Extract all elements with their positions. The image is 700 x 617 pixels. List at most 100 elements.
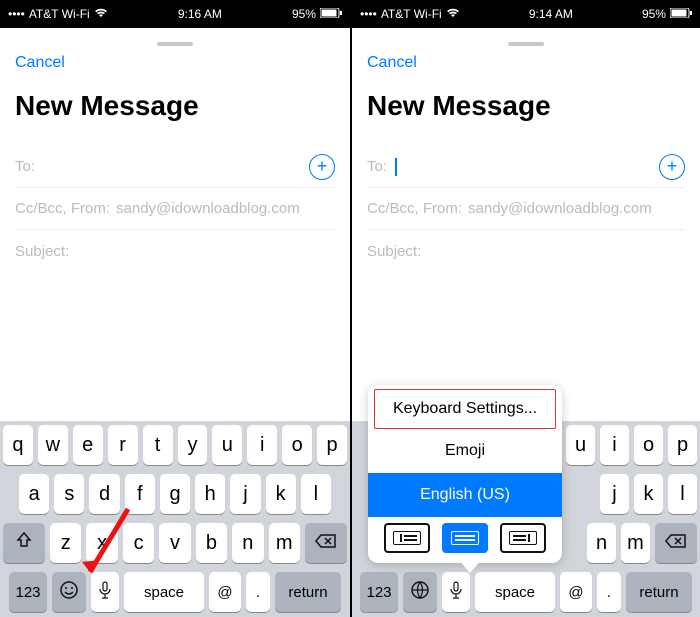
signal-icon: •••• — [360, 7, 377, 21]
cancel-button[interactable]: Cancel — [367, 54, 417, 72]
key-v[interactable]: v — [159, 523, 190, 563]
keyboard-settings-option[interactable]: Keyboard Settings... — [374, 389, 556, 429]
dot-key[interactable]: . — [246, 572, 270, 612]
space-key[interactable]: space — [124, 572, 204, 612]
carrier-label: AT&T Wi-Fi — [381, 7, 442, 21]
left-phone: •••• AT&T Wi-Fi 9:16 AM 95% Cancel New M… — [0, 0, 350, 617]
clock: 9:16 AM — [178, 7, 222, 21]
at-key[interactable]: @ — [560, 572, 592, 612]
key-h[interactable]: h — [195, 474, 225, 514]
keyboard: q w e r t y u i o p a s d f g h j k l z — [0, 421, 350, 617]
key-u[interactable]: u — [566, 425, 595, 465]
key-q[interactable]: q — [3, 425, 33, 465]
key-r[interactable]: r — [108, 425, 138, 465]
key-a[interactable]: a — [19, 474, 49, 514]
key-t[interactable]: t — [143, 425, 173, 465]
add-recipient-button[interactable]: + — [309, 154, 335, 180]
key-d[interactable]: d — [89, 474, 119, 514]
dictation-key[interactable] — [91, 572, 119, 612]
key-p[interactable]: p — [668, 425, 697, 465]
key-k[interactable]: k — [266, 474, 296, 514]
cancel-button[interactable]: Cancel — [15, 54, 65, 72]
key-i[interactable]: i — [247, 425, 277, 465]
return-key[interactable]: return — [275, 572, 341, 612]
key-u[interactable]: u — [212, 425, 242, 465]
key-j[interactable]: j — [230, 474, 260, 514]
dot-key[interactable]: . — [597, 572, 621, 612]
key-o[interactable]: o — [634, 425, 663, 465]
add-recipient-button[interactable]: + — [659, 154, 685, 180]
to-row[interactable]: To: + — [367, 146, 685, 188]
return-key[interactable]: return — [626, 572, 692, 612]
key-e[interactable]: e — [73, 425, 103, 465]
plus-icon: + — [317, 156, 328, 177]
to-row[interactable]: To: + — [15, 146, 335, 188]
emoji-key[interactable] — [52, 572, 86, 612]
subject-label: Subject: — [15, 243, 69, 260]
numbers-key[interactable]: 123 — [9, 572, 47, 612]
to-label: To: — [15, 158, 35, 175]
subject-row[interactable]: Subject: — [15, 230, 335, 272]
sheet-grabber[interactable] — [508, 42, 544, 46]
key-i[interactable]: i — [600, 425, 629, 465]
battery-icon — [670, 7, 692, 21]
keyboard-row-4: 123 space @ . return — [3, 572, 347, 612]
keyboard-layout-right[interactable] — [500, 523, 546, 553]
at-key[interactable]: @ — [209, 572, 241, 612]
wifi-icon — [446, 7, 460, 21]
from-email: sandy@idownloadblog.com — [468, 200, 652, 217]
keyboard-row-1: q w e r t y u i o p — [3, 425, 347, 465]
keyboard-switcher-popup: Keyboard Settings... Emoji English (US) — [368, 385, 562, 563]
keyboard-layout-left[interactable] — [384, 523, 430, 553]
key-g[interactable]: g — [160, 474, 190, 514]
battery-icon — [320, 7, 342, 21]
shift-icon — [15, 531, 33, 555]
emoji-option[interactable]: Emoji — [368, 429, 562, 473]
to-label: To: — [367, 158, 387, 175]
microphone-icon — [99, 581, 111, 603]
backspace-key[interactable] — [305, 523, 347, 563]
subject-row[interactable]: Subject: — [367, 230, 685, 272]
key-z[interactable]: z — [50, 523, 81, 563]
backspace-icon — [315, 532, 337, 555]
key-m[interactable]: m — [621, 523, 650, 563]
numbers-key[interactable]: 123 — [360, 572, 398, 612]
dictation-key[interactable] — [442, 572, 470, 612]
ccbcc-row[interactable]: Cc/Bcc, From: sandy@idownloadblog.com — [15, 188, 335, 230]
key-o[interactable]: o — [282, 425, 312, 465]
battery-percent: 95% — [642, 7, 666, 21]
english-option[interactable]: English (US) — [368, 473, 562, 517]
key-c[interactable]: c — [123, 523, 154, 563]
key-f[interactable]: f — [125, 474, 155, 514]
sheet-grabber[interactable] — [157, 42, 193, 46]
key-y[interactable]: y — [178, 425, 208, 465]
key-n[interactable]: n — [232, 523, 263, 563]
ccbcc-label: Cc/Bcc, From: — [367, 200, 462, 217]
key-m[interactable]: m — [269, 523, 300, 563]
keyboard-row-4: 123 space @ . return — [355, 572, 697, 612]
keyboard-layout-full[interactable] — [442, 523, 488, 553]
key-s[interactable]: s — [54, 474, 84, 514]
key-l[interactable]: l — [668, 474, 697, 514]
key-x[interactable]: x — [86, 523, 117, 563]
ccbcc-label: Cc/Bcc, From: — [15, 200, 110, 217]
key-n[interactable]: n — [587, 523, 616, 563]
plus-icon: + — [667, 156, 678, 177]
keyboard-settings-label: Keyboard Settings... — [393, 400, 537, 418]
key-b[interactable]: b — [196, 523, 227, 563]
backspace-key[interactable] — [655, 523, 697, 563]
status-bar: •••• AT&T Wi-Fi 9:16 AM 95% — [0, 0, 350, 28]
key-j[interactable]: j — [600, 474, 629, 514]
ccbcc-row[interactable]: Cc/Bcc, From: sandy@idownloadblog.com — [367, 188, 685, 230]
key-p[interactable]: p — [317, 425, 347, 465]
microphone-icon — [450, 581, 462, 603]
page-title: New Message — [15, 90, 335, 122]
space-key[interactable]: space — [475, 572, 555, 612]
key-l[interactable]: l — [301, 474, 331, 514]
key-k[interactable]: k — [634, 474, 663, 514]
shift-key[interactable] — [3, 523, 45, 563]
emoji-icon — [59, 580, 79, 604]
subject-label: Subject: — [367, 243, 421, 260]
globe-key[interactable] — [403, 572, 437, 612]
key-w[interactable]: w — [38, 425, 68, 465]
